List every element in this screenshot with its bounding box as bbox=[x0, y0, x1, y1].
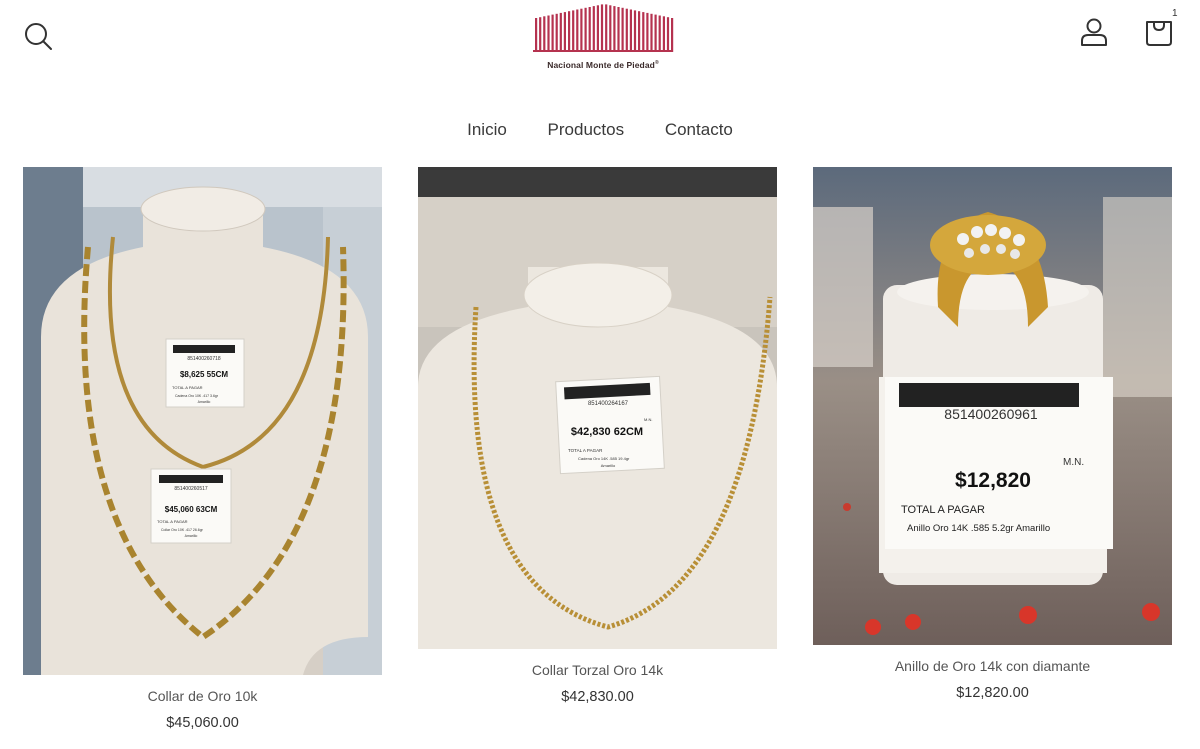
nav-item-productos[interactable]: Productos bbox=[548, 120, 625, 140]
product-image[interactable]: 851400264167 $42,830 62CM M.N. TOTAL A P… bbox=[418, 167, 777, 649]
product-card[interactable]: 851400264167 $42,830 62CM M.N. TOTAL A P… bbox=[418, 167, 777, 705]
svg-text:Collar Oro 10K .417 26.6gr: Collar Oro 10K .417 26.6gr bbox=[161, 528, 204, 532]
logo-bar bbox=[580, 8, 583, 52]
product-title[interactable]: Anillo de Oro 14k con diamante bbox=[813, 658, 1172, 674]
svg-text:851400260961: 851400260961 bbox=[944, 406, 1038, 422]
logo-base bbox=[533, 50, 673, 52]
site-logo[interactable]: Nacional Monte de Piedad® bbox=[518, 0, 688, 80]
logo-bar bbox=[584, 7, 587, 53]
logo-bar bbox=[543, 16, 546, 52]
svg-text:Amarillo: Amarillo bbox=[185, 534, 198, 538]
svg-text:M.N.: M.N. bbox=[644, 417, 652, 422]
product-price: $12,820.00 bbox=[956, 685, 1029, 701]
logo-bar bbox=[559, 12, 562, 52]
logo-bar bbox=[642, 12, 645, 53]
logo-bar bbox=[600, 4, 604, 52]
svg-text:TOTAL A PAGAR: TOTAL A PAGAR bbox=[172, 385, 203, 390]
product-image[interactable]: 851400260961 $12,820 M.N. TOTAL A PAGAR … bbox=[813, 167, 1172, 645]
search-button[interactable] bbox=[22, 20, 54, 52]
logo-bar bbox=[621, 7, 624, 53]
product-photo-torzal-necklace: 851400264167 $42,830 62CM M.N. TOTAL A P… bbox=[418, 167, 777, 649]
svg-text:Cadena Oro 14K .585 19.4gr: Cadena Oro 14K .585 19.4gr bbox=[578, 456, 630, 461]
svg-text:851400260718: 851400260718 bbox=[187, 356, 221, 362]
svg-text:TOTAL A PAGAR: TOTAL A PAGAR bbox=[901, 504, 985, 516]
cart-button[interactable] bbox=[1143, 14, 1175, 48]
price-tag: 851400264167 $42,830 62CM M.N. TOTAL A P… bbox=[555, 375, 665, 475]
price-tag: 851400260718 $8,625 55CM TOTAL A PAGAR C… bbox=[165, 338, 245, 408]
product-price: $45,060.00 bbox=[166, 715, 239, 731]
cart-count-badge: 1 bbox=[1172, 8, 1178, 19]
logo-bar bbox=[617, 7, 620, 52]
logo-bar bbox=[547, 15, 550, 52]
svg-text:Amarillo: Amarillo bbox=[601, 463, 616, 468]
svg-text:Cadena Oro 10K .417 3.6gr: Cadena Oro 10K .417 3.6gr bbox=[175, 394, 219, 398]
logo-bar bbox=[609, 5, 612, 53]
logo-bar bbox=[588, 7, 591, 52]
search-icon bbox=[25, 23, 52, 50]
logo-building-mark bbox=[533, 4, 674, 53]
product-title[interactable]: Collar de Oro 10k bbox=[23, 688, 382, 704]
svg-text:TOTAL A PAGAR: TOTAL A PAGAR bbox=[157, 519, 188, 524]
logo-bar bbox=[592, 6, 595, 53]
main-nav: Inicio Productos Contacto bbox=[0, 120, 1200, 140]
product-price: $42,830.00 bbox=[561, 689, 634, 705]
svg-text:M.N.: M.N. bbox=[1063, 457, 1084, 468]
logo-bar bbox=[650, 13, 653, 53]
logo-text: Nacional Monte de Piedad® bbox=[547, 60, 659, 70]
svg-text:Amarillo: Amarillo bbox=[198, 400, 211, 404]
account-button[interactable] bbox=[1078, 16, 1110, 48]
product-card[interactable]: 851400260718 $8,625 55CM TOTAL A PAGAR C… bbox=[23, 167, 382, 731]
svg-text:$45,060 63CM: $45,060 63CM bbox=[165, 505, 218, 514]
logo-bar bbox=[662, 16, 665, 52]
logo-bar bbox=[633, 10, 637, 52]
logo-bar bbox=[638, 11, 641, 52]
svg-text:851400260517: 851400260517 bbox=[174, 486, 208, 492]
price-tag: 851400260961 $12,820 M.N. TOTAL A PAGAR … bbox=[885, 377, 1113, 549]
logo-bar bbox=[572, 10, 575, 52]
product-photo-ring: 851400260961 $12,820 M.N. TOTAL A PAGAR … bbox=[813, 167, 1172, 645]
product-photo-necklaces: 851400260718 $8,625 55CM TOTAL A PAGAR C… bbox=[23, 167, 382, 675]
logo-bar bbox=[654, 14, 657, 53]
site-header: Nacional Monte de Piedad® 1 bbox=[0, 0, 1200, 100]
cart-icon bbox=[1146, 21, 1172, 46]
logo-bar bbox=[666, 17, 670, 52]
logo-bar bbox=[625, 8, 628, 52]
logo-bar bbox=[551, 14, 554, 53]
logo-bar bbox=[539, 17, 542, 52]
svg-text:$12,820: $12,820 bbox=[955, 469, 1031, 492]
svg-text:851400264167: 851400264167 bbox=[588, 401, 629, 407]
logo-bar bbox=[629, 9, 632, 52]
nav-item-inicio[interactable]: Inicio bbox=[467, 120, 507, 140]
logo-bar bbox=[671, 18, 674, 52]
logo-bar bbox=[563, 12, 566, 53]
product-image[interactable]: 851400260718 $8,625 55CM TOTAL A PAGAR C… bbox=[23, 167, 382, 675]
svg-text:$8,625 55CM: $8,625 55CM bbox=[180, 370, 228, 379]
logo-bar bbox=[658, 15, 661, 52]
price-tag: 851400260517 $45,060 63CM TOTAL A PAGAR … bbox=[150, 468, 232, 544]
logo-bar bbox=[535, 18, 538, 52]
logo-bar bbox=[596, 5, 599, 53]
svg-text:TOTAL A PAGAR: TOTAL A PAGAR bbox=[568, 448, 603, 453]
account-icon bbox=[1081, 18, 1107, 46]
logo-bar bbox=[555, 13, 558, 53]
product-title[interactable]: Collar Torzal Oro 14k bbox=[418, 662, 777, 678]
logo-bar bbox=[568, 11, 571, 52]
logo-bar bbox=[576, 9, 579, 52]
logo-bar bbox=[646, 12, 649, 52]
svg-text:$42,830 62CM: $42,830 62CM bbox=[571, 426, 643, 438]
logo-bar bbox=[613, 6, 616, 53]
logo-bar bbox=[605, 4, 608, 52]
product-card[interactable]: 851400260961 $12,820 M.N. TOTAL A PAGAR … bbox=[813, 167, 1172, 701]
nav-item-contacto[interactable]: Contacto bbox=[665, 120, 733, 140]
svg-text:Anillo Oro 14K .585 5.2gr Amar: Anillo Oro 14K .585 5.2gr Amarillo bbox=[907, 523, 1050, 534]
